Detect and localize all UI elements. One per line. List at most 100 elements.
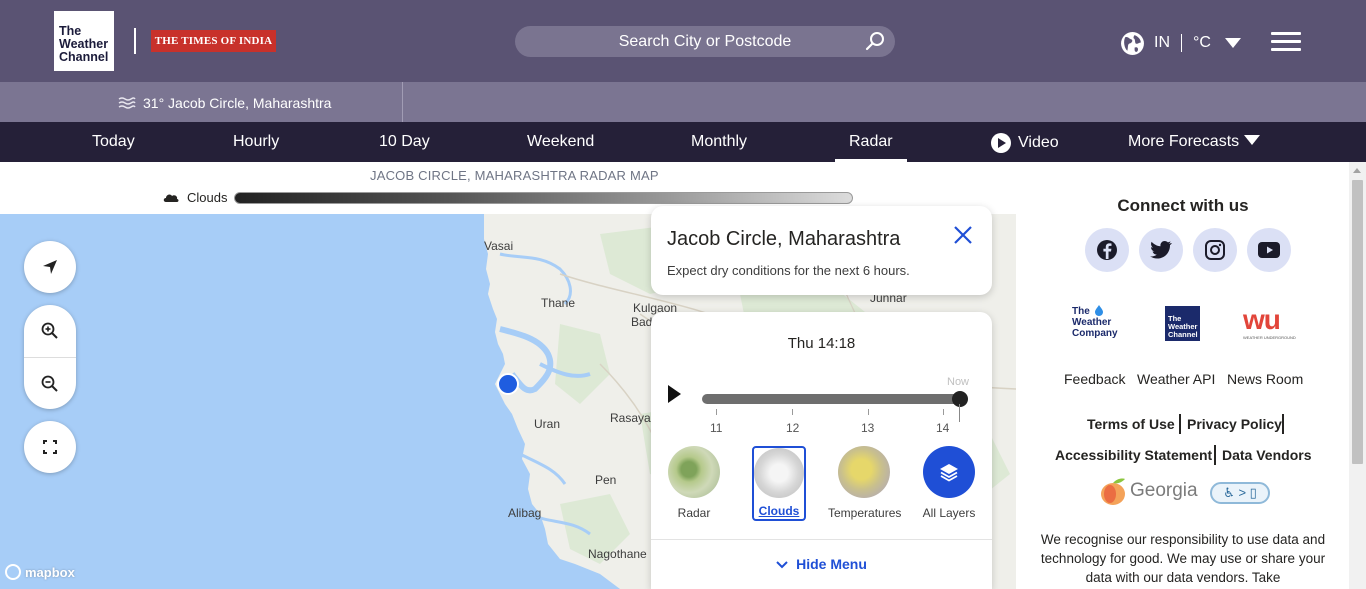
weather-company-logo[interactable]: The Weather Company bbox=[1072, 305, 1118, 339]
now-marker bbox=[959, 404, 960, 422]
map-caption: JACOB CIRCLE, MAHARASHTRA RADAR MAP bbox=[370, 168, 659, 183]
timeline-slider[interactable] bbox=[702, 394, 960, 404]
locate-button[interactable] bbox=[24, 241, 76, 293]
zoom-out-button[interactable] bbox=[24, 358, 76, 410]
footer-link-feedback[interactable]: Feedback bbox=[1064, 371, 1125, 387]
chevron-down-icon bbox=[1224, 38, 1241, 48]
facebook-button[interactable] bbox=[1085, 228, 1129, 272]
map-label: Vasai bbox=[484, 239, 514, 253]
search-input[interactable]: Search City or Postcode bbox=[515, 26, 895, 57]
divider bbox=[1282, 414, 1284, 434]
times-of-india-logo[interactable]: THE TIMES OF INDIA bbox=[151, 30, 276, 52]
footer-link-news-room[interactable]: News Room bbox=[1227, 371, 1303, 387]
legend-label: Clouds bbox=[187, 190, 228, 205]
play-icon bbox=[991, 133, 1011, 153]
tab-today[interactable]: Today bbox=[92, 133, 135, 151]
brand-line: Company bbox=[1072, 328, 1118, 339]
zoom-in-icon bbox=[41, 322, 58, 339]
instagram-icon bbox=[1205, 240, 1225, 260]
georgia-logo[interactable]: Georgia bbox=[1099, 474, 1198, 508]
timeline-tick-label: 12 bbox=[786, 421, 800, 435]
facebook-icon bbox=[1097, 240, 1117, 260]
link-terms-of-use[interactable]: Terms of Use bbox=[1087, 416, 1175, 432]
scrollbar-thumb[interactable] bbox=[1352, 180, 1363, 464]
navigation-arrow-icon bbox=[43, 260, 57, 274]
map-label: Alibag bbox=[508, 506, 542, 520]
connect-title: Connect with us bbox=[1117, 196, 1249, 215]
zoom-controls bbox=[24, 305, 76, 409]
footer-link-weather-api[interactable]: Weather API bbox=[1137, 371, 1215, 387]
youtube-button[interactable] bbox=[1247, 228, 1291, 272]
weather-channel-logo[interactable]: The Weather Channel bbox=[54, 11, 114, 71]
link-accessibility-statement[interactable]: Accessibility Statement bbox=[1055, 447, 1212, 463]
logo-line: Channel bbox=[59, 50, 109, 64]
map-label: Pen bbox=[595, 473, 617, 487]
tab-10-day[interactable]: 10 Day bbox=[379, 133, 430, 151]
locale-selector[interactable]: IN °C bbox=[1120, 30, 1241, 56]
tab-more-forecasts[interactable]: More Forecasts bbox=[1128, 133, 1261, 151]
wu-logo-subtitle: WEATHER UNDERGROUND bbox=[1243, 335, 1296, 340]
tab-radar[interactable]: Radar bbox=[835, 133, 907, 162]
timeline-tick bbox=[716, 409, 717, 415]
layer-clouds[interactable]: Clouds bbox=[752, 446, 806, 521]
tab-video-label: Video bbox=[1018, 134, 1059, 151]
zoom-in-button[interactable] bbox=[24, 305, 76, 357]
link-privacy-policy[interactable]: Privacy Policy bbox=[1187, 416, 1282, 432]
timeline-tick bbox=[792, 409, 793, 415]
locale-unit: °C bbox=[1193, 34, 1211, 51]
tab-weekend[interactable]: Weekend bbox=[527, 133, 594, 151]
twitter-icon bbox=[1150, 241, 1172, 259]
brand-line: Weather bbox=[1072, 317, 1112, 328]
instagram-button[interactable] bbox=[1193, 228, 1237, 272]
menu-icon[interactable] bbox=[1271, 32, 1301, 52]
now-label: Now bbox=[947, 376, 970, 388]
mapbox-label: mapbox bbox=[25, 564, 75, 580]
forecast-nav: Today Hourly 10 Day Weekend Monthly Rada… bbox=[0, 122, 1366, 162]
cloud-icon bbox=[163, 194, 179, 202]
close-icon[interactable] bbox=[952, 224, 974, 246]
radar-layer-thumbnail bbox=[668, 446, 720, 498]
recent-location[interactable]: 31° Jacob Circle, Maharashtra bbox=[118, 95, 331, 111]
timeline-tick-label: 11 bbox=[710, 421, 723, 435]
timeline-thumb[interactable] bbox=[952, 391, 968, 407]
weather-underground-logo[interactable]: wu WEATHER UNDERGROUND bbox=[1243, 303, 1296, 343]
mapbox-attribution[interactable]: mapbox bbox=[5, 564, 75, 580]
fullscreen-button[interactable] bbox=[24, 421, 76, 473]
search-icon[interactable] bbox=[865, 31, 885, 51]
brand-line: Channel bbox=[1168, 330, 1198, 339]
play-icon[interactable] bbox=[668, 385, 681, 403]
hide-menu-button[interactable]: Hide Menu bbox=[651, 556, 992, 572]
globe-icon bbox=[1121, 31, 1144, 55]
layer-all-layers[interactable]: All Layers bbox=[913, 446, 985, 520]
recent-location-label: 31° Jacob Circle, Maharashtra bbox=[143, 95, 332, 111]
player-time: Thu 14:18 bbox=[787, 335, 856, 352]
map-label: Rasaya bbox=[610, 411, 651, 425]
peach-icon bbox=[1101, 478, 1125, 505]
link-data-vendors[interactable]: Data Vendors bbox=[1222, 447, 1311, 463]
wu-logo-text: wu bbox=[1243, 304, 1281, 335]
popup-description: Expect dry conditions for the next 6 hou… bbox=[667, 263, 910, 278]
clouds-legend: Clouds bbox=[162, 190, 227, 205]
layer-label: Radar bbox=[677, 506, 711, 520]
location-popup: Jacob Circle, Maharashtra Expect dry con… bbox=[651, 206, 992, 295]
layer-radar[interactable]: Radar bbox=[658, 446, 730, 520]
recent-locations-bar: 31° Jacob Circle, Maharashtra bbox=[0, 82, 1366, 122]
weather-channel-small-logo[interactable]: The Weather Channel bbox=[1165, 306, 1200, 341]
current-location-marker[interactable] bbox=[497, 373, 519, 395]
twitter-button[interactable] bbox=[1139, 228, 1183, 272]
layer-temperatures[interactable]: Temperatures bbox=[828, 446, 901, 520]
mapbox-logo-icon bbox=[5, 564, 21, 580]
tab-monthly[interactable]: Monthly bbox=[691, 133, 747, 151]
youtube-icon bbox=[1258, 242, 1280, 258]
accessibility-icon[interactable]: ♿ > ▯ bbox=[1210, 482, 1270, 504]
divider bbox=[651, 539, 992, 540]
page-scrollbar[interactable] bbox=[1349, 162, 1366, 589]
scroll-up-icon[interactable] bbox=[1353, 168, 1361, 173]
zoom-out-icon bbox=[41, 375, 58, 392]
divider bbox=[1179, 414, 1181, 434]
tab-hourly[interactable]: Hourly bbox=[233, 133, 279, 151]
divider bbox=[402, 82, 403, 122]
fullscreen-icon bbox=[43, 440, 57, 454]
logo-divider bbox=[134, 28, 136, 54]
tab-video[interactable]: Video bbox=[991, 133, 1059, 153]
